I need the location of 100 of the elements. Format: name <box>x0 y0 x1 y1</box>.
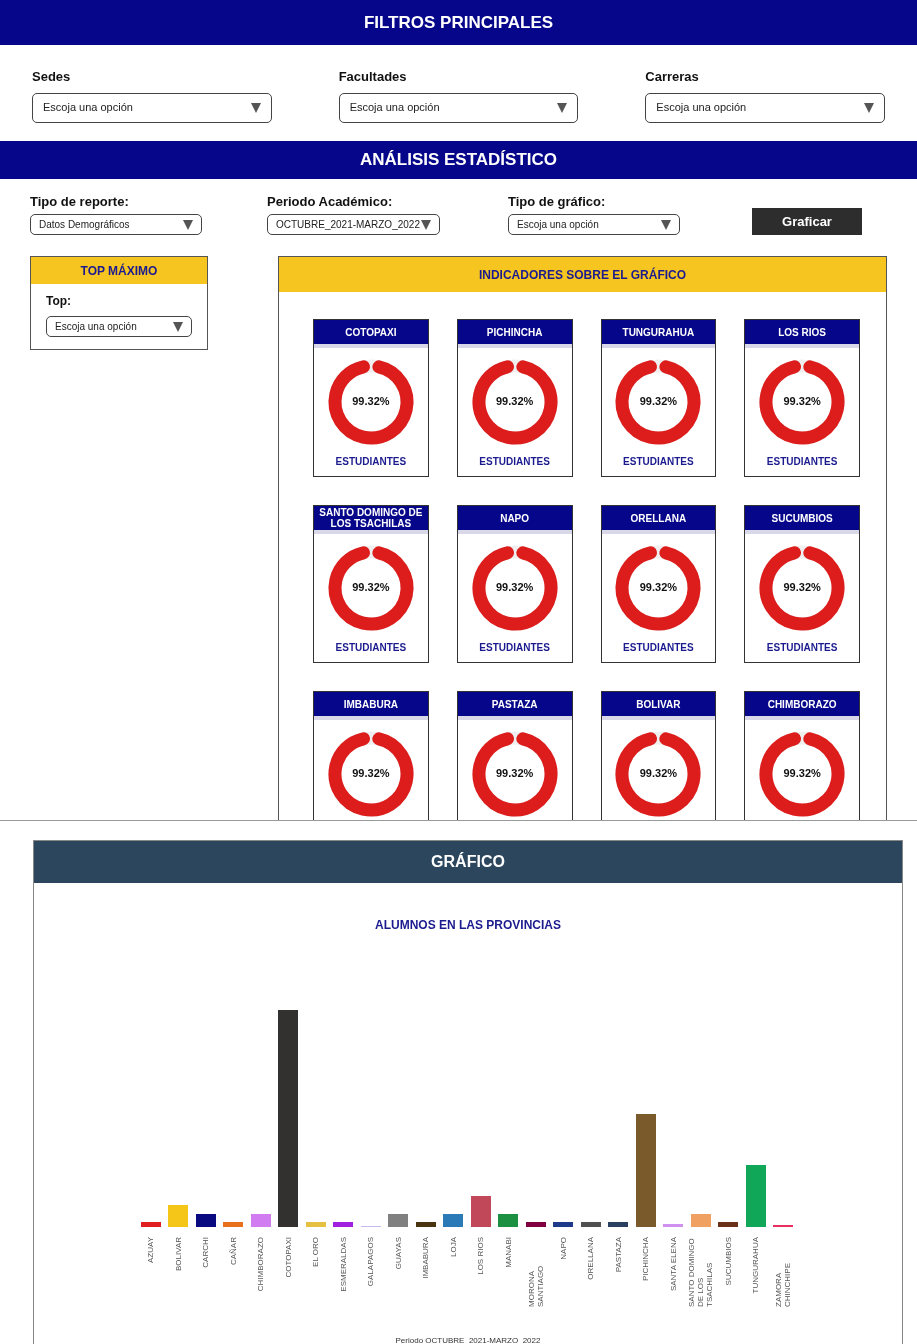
chart-bar <box>663 1224 684 1227</box>
percentage-value: 99.32% <box>495 394 534 409</box>
dropdown-caret-icon <box>864 101 874 114</box>
chart-bar <box>443 1214 464 1227</box>
section-title: ANÁLISIS ESTADÍSTICO <box>359 149 558 172</box>
axis-label: CARCHI <box>201 1237 211 1268</box>
filter-label: Sedes <box>32 68 72 86</box>
axis-label: PASTAZA <box>613 1237 623 1273</box>
axis-label: EL ORO <box>311 1237 321 1267</box>
control-label: Tipo de reporte: <box>30 192 130 211</box>
chart-bar <box>470 1196 491 1227</box>
chart-bar <box>388 1214 409 1227</box>
axis-label: CHIMBORAZO <box>256 1237 266 1292</box>
axis-label: ORELLANA <box>586 1237 596 1280</box>
axis-label: PICHINCHA <box>641 1237 651 1281</box>
card-title: PASTAZA <box>491 698 538 710</box>
section-title: FILTROS PRINCIPALES <box>363 11 554 34</box>
axis-label: MANABI <box>503 1237 513 1268</box>
card-title: ORELLANA <box>630 512 687 524</box>
chart-bar <box>498 1214 519 1227</box>
chart-bar <box>305 1222 326 1227</box>
card-title: LOS RIOS <box>778 326 826 338</box>
card-caption: ESTUDIANTES <box>478 455 551 469</box>
card-title: IMBABURA <box>343 698 399 710</box>
chart-bar <box>608 1222 629 1227</box>
chart-bar <box>553 1222 574 1227</box>
chart-bar <box>745 1165 766 1227</box>
percentage-value: 99.32% <box>639 766 678 781</box>
percentage-value: 99.32% <box>639 394 678 409</box>
dropdown-caret-icon <box>557 101 568 114</box>
chart-bar <box>250 1214 271 1227</box>
dropdown[interactable]: Escoja una opción <box>32 92 272 123</box>
chart-bar <box>690 1214 711 1227</box>
filter-label: Facultades <box>338 68 408 86</box>
card-title: SANTO DOMINGO DE LOS TSACHILAS <box>318 507 424 529</box>
chart-bar <box>140 1222 161 1227</box>
chart-bar <box>718 1222 739 1227</box>
percentage-value: 99.32% <box>639 580 678 595</box>
percentage-value: 99.32% <box>352 766 390 781</box>
axis-label: SANTA ELENA <box>668 1237 678 1292</box>
dropdown[interactable]: Escoja una opción <box>46 316 192 337</box>
panel-title: INDICADORES SOBRE EL GRÁFICO <box>478 266 687 284</box>
dropdown-caret-icon <box>661 218 671 231</box>
dropdown[interactable]: Escoja una opción <box>508 214 680 235</box>
control-label: Periodo Académico: <box>267 192 394 211</box>
chart-bar <box>195 1214 216 1227</box>
chart-bar <box>525 1222 546 1227</box>
axis-label: COTOPAXI <box>283 1237 293 1278</box>
chart-bar <box>333 1222 354 1227</box>
axis-label: CAÑAR <box>228 1237 238 1265</box>
card-title: SUCUMBIOS <box>771 512 833 524</box>
chart-bar <box>415 1222 436 1227</box>
axis-label: SUCUMBIOS <box>723 1237 733 1286</box>
axis-label: NAPO <box>558 1237 568 1260</box>
card-title: COTOPAXI <box>345 326 397 338</box>
axis-label: GALAPAGOS <box>366 1237 376 1287</box>
chart-bar <box>223 1222 244 1227</box>
percentage-value: 99.32% <box>495 580 534 595</box>
dropdown-caret-icon <box>421 218 431 231</box>
card-title: TUNGURAHUA <box>622 326 695 338</box>
chart-title: ALUMNOS EN LAS PROVINCIAS <box>374 917 562 934</box>
percentage-value: 99.32% <box>783 580 821 595</box>
axis-label: GUAYAS <box>393 1237 403 1270</box>
percentage-value: 99.32% <box>783 766 821 781</box>
control-label: Tipo de gráfico: <box>508 192 607 211</box>
percentage-value: 99.32% <box>352 580 390 595</box>
dropdown[interactable]: Escoja una opción <box>645 92 885 123</box>
axis-label: MORONA SANTIAGO <box>526 1264 545 1307</box>
chart-bar <box>168 1205 189 1227</box>
axis-label: LOS RIOS <box>476 1237 486 1275</box>
card-caption: ESTUDIANTES <box>622 455 695 469</box>
filter-label: Carreras <box>645 68 700 86</box>
card-caption: ESTUDIANTES <box>622 641 695 655</box>
card-title: PICHINCHA <box>486 326 543 338</box>
axis-label: ESMERALDAS <box>338 1237 348 1292</box>
panel-title: TOP MÁXIMO <box>80 262 158 280</box>
top-label: Top: <box>46 293 73 310</box>
chart-footer: Periodo OCTUBRE_2021-MARZO_2022 <box>34 1335 902 1344</box>
dropdown[interactable]: Datos Demográficos <box>30 214 202 235</box>
dropdown[interactable]: OCTUBRE_2021-MARZO_2022 <box>267 214 440 235</box>
card-caption: ESTUDIANTES <box>765 641 839 655</box>
card-title: BOLIVAR <box>636 698 681 710</box>
axis-label: BOLIVAR <box>173 1237 183 1272</box>
card-title: NAPO <box>500 512 530 524</box>
chart-section-title: GRÁFICO <box>431 851 505 872</box>
axis-label: SANTO DOMINGO DE LOS TSACHILAS <box>687 1237 715 1307</box>
plot-button[interactable]: Graficar <box>752 208 862 235</box>
dropdown[interactable]: Escoja una opción <box>338 92 579 123</box>
dropdown-caret-icon <box>173 320 183 333</box>
card-caption: ESTUDIANTES <box>765 455 839 469</box>
card-caption: ESTUDIANTES <box>478 641 551 655</box>
axis-label: IMBABURA <box>421 1237 431 1279</box>
axis-label: TUNGURAHUA <box>751 1237 761 1294</box>
axis-label: LOJA <box>448 1237 458 1257</box>
percentage-value: 99.32% <box>783 394 821 409</box>
dropdown-caret-icon <box>250 101 261 114</box>
dropdown-caret-icon <box>183 218 193 231</box>
chart-bar <box>580 1222 601 1227</box>
card-caption: ESTUDIANTES <box>334 641 408 655</box>
axis-label: AZUAY <box>146 1237 156 1264</box>
